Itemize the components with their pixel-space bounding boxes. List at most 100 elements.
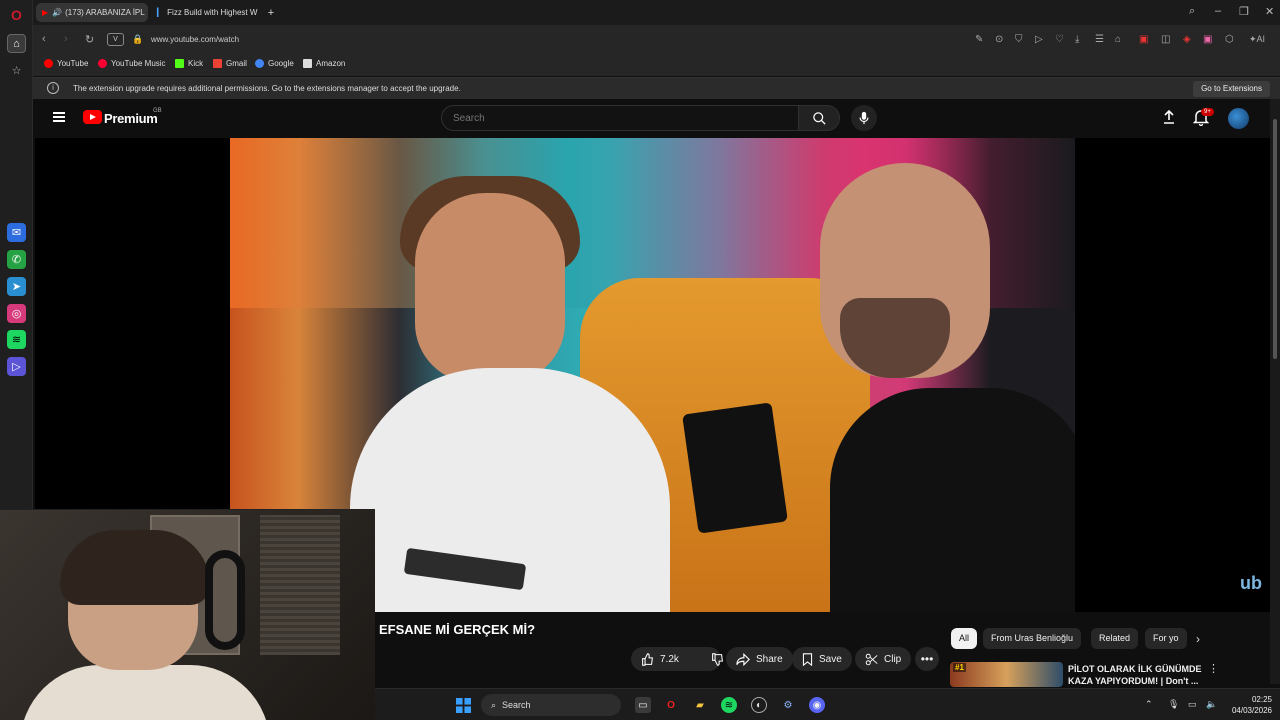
menu-icon[interactable] xyxy=(53,112,65,122)
chip-all[interactable]: All xyxy=(951,628,978,649)
chevron-right-icon[interactable]: › xyxy=(1196,632,1200,646)
voice-search-button[interactable] xyxy=(851,105,877,131)
trending-rank: #1 xyxy=(953,663,966,672)
search-input[interactable] xyxy=(441,105,799,131)
opera-logo-icon[interactable]: O xyxy=(7,5,26,24)
speaker-icon[interactable]: 🔊 xyxy=(52,8,62,17)
chip-for-you[interactable]: For yo xyxy=(1145,628,1187,649)
file-explorer-icon[interactable]: ▰ xyxy=(692,697,708,713)
youtube-logo-icon[interactable] xyxy=(83,110,102,124)
extension-tp-icon[interactable]: ◈ xyxy=(1183,34,1191,45)
shield-icon[interactable]: ⛉ xyxy=(1015,34,1023,45)
minimize-button[interactable]: – xyxy=(1215,5,1221,17)
create-button[interactable] xyxy=(1161,109,1177,130)
reload-button[interactable]: ↻ xyxy=(85,33,94,46)
task-view-icon[interactable]: ▭ xyxy=(635,697,651,713)
ai-label: AI xyxy=(1256,34,1266,44)
display-icon[interactable]: ▭ xyxy=(1188,699,1197,710)
save-label: Save xyxy=(819,653,842,665)
search-button[interactable] xyxy=(798,105,840,131)
system-clock[interactable]: 02:25 04/03/2026 xyxy=(1232,694,1272,716)
microphone-tray-icon[interactable]: 🎙 xyxy=(1168,699,1179,710)
star-icon[interactable]: ☆ xyxy=(7,61,26,80)
related-video-title[interactable]: PİLOT OLARAK İLK GÜNÜMDE KAZA YAPIYORDUM… xyxy=(1068,663,1203,687)
headphones xyxy=(205,550,245,650)
forward-button[interactable]: › xyxy=(64,33,68,45)
chip-from-uras[interactable]: From Uras Benlioğlu xyxy=(983,628,1082,649)
extension-pink-icon[interactable]: ▣ xyxy=(1203,34,1212,45)
spotify-icon[interactable]: ≋ xyxy=(7,330,26,349)
info-icon: i xyxy=(47,82,59,94)
home-icon[interactable]: ⌂ xyxy=(7,34,26,53)
webcam-shirt xyxy=(20,665,270,720)
youtube-header: Premium GB 9+ xyxy=(35,99,1270,138)
maximize-button[interactable]: ❐ xyxy=(1239,5,1249,18)
heart-icon[interactable]: ♡ xyxy=(1055,34,1064,45)
tray-chevron-icon[interactable]: ⌃ xyxy=(1145,699,1153,710)
more-actions-button[interactable]: ••• xyxy=(915,647,939,671)
avatar[interactable] xyxy=(1228,108,1249,129)
telegram-icon[interactable]: ➤ xyxy=(7,277,26,296)
app-taskbar-icon[interactable]: ◐ xyxy=(751,697,767,713)
channel-watermark[interactable]: ub xyxy=(1240,573,1262,594)
related-video-thumbnail[interactable] xyxy=(950,662,1063,687)
spotify-taskbar-icon[interactable]: ≋ xyxy=(721,697,737,713)
more-vertical-icon[interactable]: ⋮ xyxy=(1208,662,1219,675)
clock-time: 02:25 xyxy=(1251,695,1272,704)
url-field[interactable]: www.youtube.com/watch xyxy=(151,35,239,44)
host-face xyxy=(415,193,565,383)
bookmark-amazon[interactable]: Amazon xyxy=(303,59,345,68)
go-to-extensions-button[interactable]: Go to Extensions xyxy=(1193,81,1270,97)
ai-button[interactable]: ✦AI xyxy=(1249,34,1265,45)
extension-red-icon[interactable]: ▣ xyxy=(1139,34,1148,45)
player-icon[interactable]: ▷ xyxy=(7,357,26,376)
clip-button[interactable]: Clip xyxy=(855,647,912,671)
video-title: EFSANE Mİ GERÇEK Mİ? xyxy=(379,622,536,637)
opera-taskbar-icon[interactable]: O xyxy=(663,697,679,713)
list-icon[interactable]: ☰ xyxy=(1095,34,1104,45)
page-scrollbar[interactable] xyxy=(1270,99,1280,684)
discord-icon[interactable]: ◉ xyxy=(809,697,825,713)
tab-fizz-build[interactable]: ▎ Fizz Build with Highest W xyxy=(151,3,271,22)
bookmark-label: Google xyxy=(268,59,294,68)
youtube-pillow xyxy=(682,402,788,534)
kick-icon xyxy=(175,59,184,68)
play-icon[interactable]: ▷ xyxy=(1035,34,1043,45)
save-button[interactable]: Save xyxy=(792,647,852,671)
vpn-badge[interactable]: V xyxy=(107,33,124,46)
volume-icon[interactable]: 🔈 xyxy=(1206,699,1217,710)
bookmark-youtube-music[interactable]: YouTube Music xyxy=(98,59,166,68)
bookmark-gmail[interactable]: Gmail xyxy=(213,59,247,68)
whatsapp-icon[interactable]: ✆ xyxy=(7,250,26,269)
download-icon[interactable]: ⤓ xyxy=(1075,34,1079,45)
close-window-button[interactable]: ✕ xyxy=(1265,5,1274,18)
back-button[interactable]: ‹ xyxy=(42,33,46,45)
search-icon: ⌕ xyxy=(491,699,497,710)
share-button[interactable]: Share xyxy=(726,647,793,671)
wallet-icon[interactable]: ⌂ xyxy=(1115,34,1121,45)
scrollbar-thumb[interactable] xyxy=(1273,119,1277,359)
messenger-icon[interactable]: ✉ xyxy=(7,223,26,242)
extension-t-icon[interactable]: ◫ xyxy=(1161,34,1170,45)
notification-count-badge: 9+ xyxy=(1201,108,1214,116)
page-favicon-icon: ▎ xyxy=(157,8,164,17)
search-tabs-icon[interactable]: ⌕ xyxy=(1189,5,1195,18)
new-tab-button[interactable]: + xyxy=(263,3,279,22)
chip-related[interactable]: Related xyxy=(1091,628,1139,649)
windows-start-icon[interactable] xyxy=(455,697,471,713)
like-button[interactable]: 7.2k xyxy=(631,647,689,671)
lock-icon[interactable]: 🔒 xyxy=(132,34,143,45)
bookmark-kick[interactable]: Kick xyxy=(175,59,203,68)
instagram-icon[interactable]: ◎ xyxy=(7,304,26,323)
steam-icon[interactable]: ⚙ xyxy=(780,697,796,713)
tab-youtube[interactable]: ▶ 🔊 (173) ARABANIZA İPL xyxy=(36,3,148,22)
youtube-premium-logo[interactable]: Premium xyxy=(104,111,158,126)
edit-icon[interactable]: ✎ xyxy=(975,34,983,45)
extensions-icon[interactable]: ⬡ xyxy=(1225,34,1234,45)
microphone-icon xyxy=(859,111,869,125)
windows-taskbar: ⌕ Search ▭ O ▰ ≋ ◐ ⚙ ◉ ⌃ 🎙 ▭ 🔈 02:25 04/… xyxy=(375,688,1280,720)
taskbar-search[interactable]: ⌕ Search xyxy=(481,694,621,716)
bookmark-youtube[interactable]: YouTube xyxy=(44,59,88,68)
camera-icon[interactable]: ⊙ xyxy=(995,34,1003,45)
bookmark-google[interactable]: Google xyxy=(255,59,294,68)
